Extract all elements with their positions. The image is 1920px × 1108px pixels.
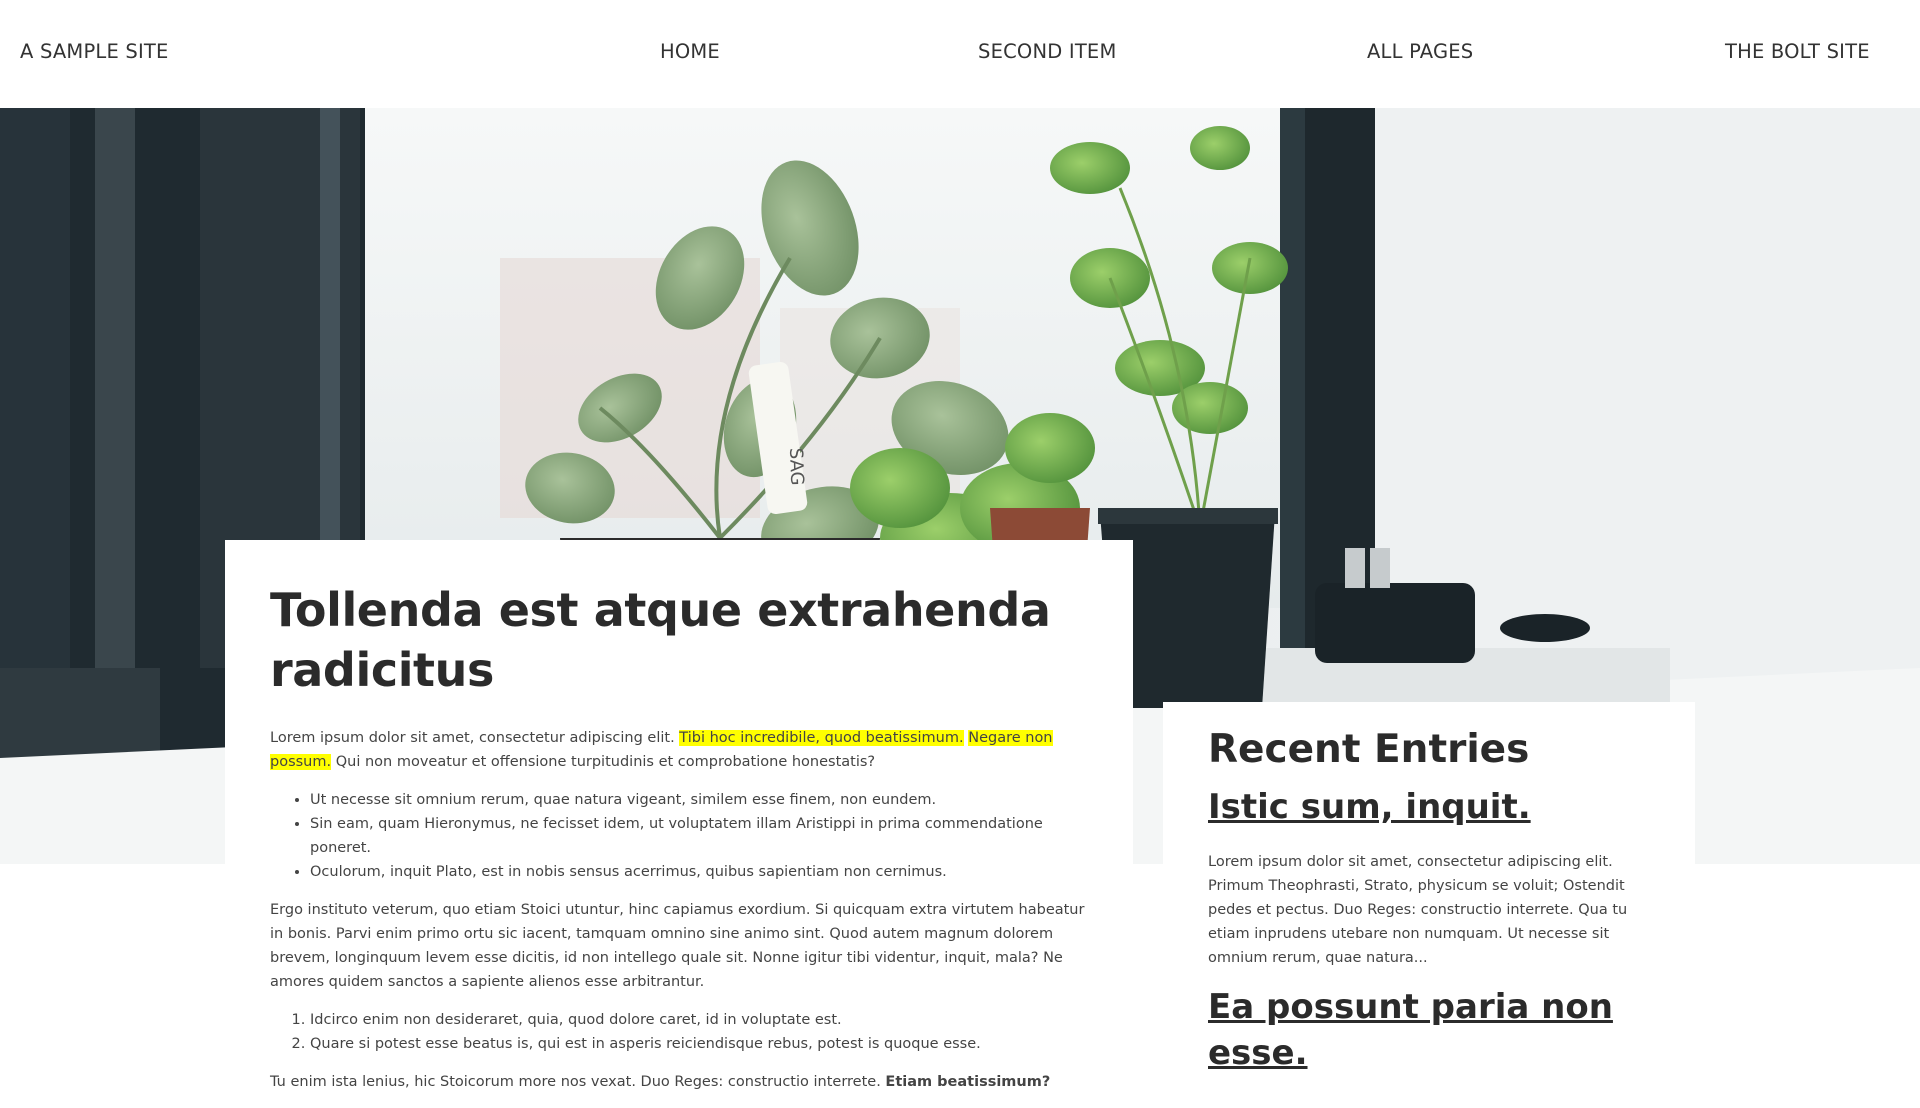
- bullet-item: Sin eam, quam Hieronymus, ne fecisset id…: [310, 812, 1100, 860]
- article-intro: Lorem ipsum dolor sit amet, consectetur …: [270, 726, 1100, 774]
- last-plain-text: Tu enim ista lenius, hic Stoicorum more …: [270, 1074, 886, 1090]
- site-brand-link[interactable]: A SAMPLE SITE: [20, 40, 169, 63]
- article-content: Tollenda est atque extrahenda radicitus …: [270, 580, 1100, 1108]
- article-title: Tollenda est atque extrahenda radicitus: [270, 583, 1051, 697]
- nav-item-all-pages[interactable]: ALL PAGES: [1367, 40, 1473, 63]
- recent-entries-card: Recent Entries Istic sum, inquit. Lorem …: [1163, 702, 1695, 1102]
- article-numbered-list: Idcirco enim non desideraret, quia, quod…: [270, 1008, 1100, 1056]
- plant-tag-text: SAG: [785, 447, 807, 485]
- recent-entries-content: Recent Entries Istic sum, inquit. Lorem …: [1208, 724, 1628, 1096]
- entry-title-link[interactable]: Istic sum, inquit.: [1208, 784, 1628, 830]
- nav-item-second-item[interactable]: SECOND ITEM: [978, 40, 1116, 63]
- top-navigation: A SAMPLE SITE HOME SECOND ITEM ALL PAGES…: [0, 0, 1920, 108]
- entry-excerpt: Lorem ipsum dolor sit amet, consectetur …: [1208, 854, 1628, 966]
- intro-highlight-1: Tibi hoc incredibile, quod beatissimum.: [679, 730, 964, 746]
- article-card: Tollenda est atque extrahenda radicitus …: [225, 540, 1133, 1100]
- numbered-item: Idcirco enim non desideraret, quia, quod…: [310, 1008, 1100, 1032]
- nav-item-home[interactable]: HOME: [660, 40, 720, 63]
- nav-item-bolt-site[interactable]: THE BOLT SITE: [1725, 40, 1870, 63]
- entry-title-link[interactable]: Ea possunt paria non esse.: [1208, 984, 1628, 1076]
- numbered-item: Quare si potest esse beatus is, qui est …: [310, 1032, 1100, 1056]
- article-paragraph: Ergo instituto veterum, quo etiam Stoici…: [270, 902, 1085, 990]
- article-last-paragraph: Tu enim ista lenius, hic Stoicorum more …: [270, 1070, 1100, 1094]
- intro-rest-text: Qui non moveatur et offensione turpitudi…: [331, 754, 876, 770]
- bullet-item: Ut necesse sit omnium rerum, quae natura…: [310, 788, 1100, 812]
- recent-entries-heading: Recent Entries: [1208, 727, 1530, 772]
- intro-plain-text: Lorem ipsum dolor sit amet, consectetur …: [270, 730, 680, 746]
- last-bold-text: Etiam beatissimum?: [885, 1074, 1051, 1090]
- article-bullet-list: Ut necesse sit omnium rerum, quae natura…: [270, 788, 1100, 884]
- bullet-item: Oculorum, inquit Plato, est in nobis sen…: [310, 860, 1100, 884]
